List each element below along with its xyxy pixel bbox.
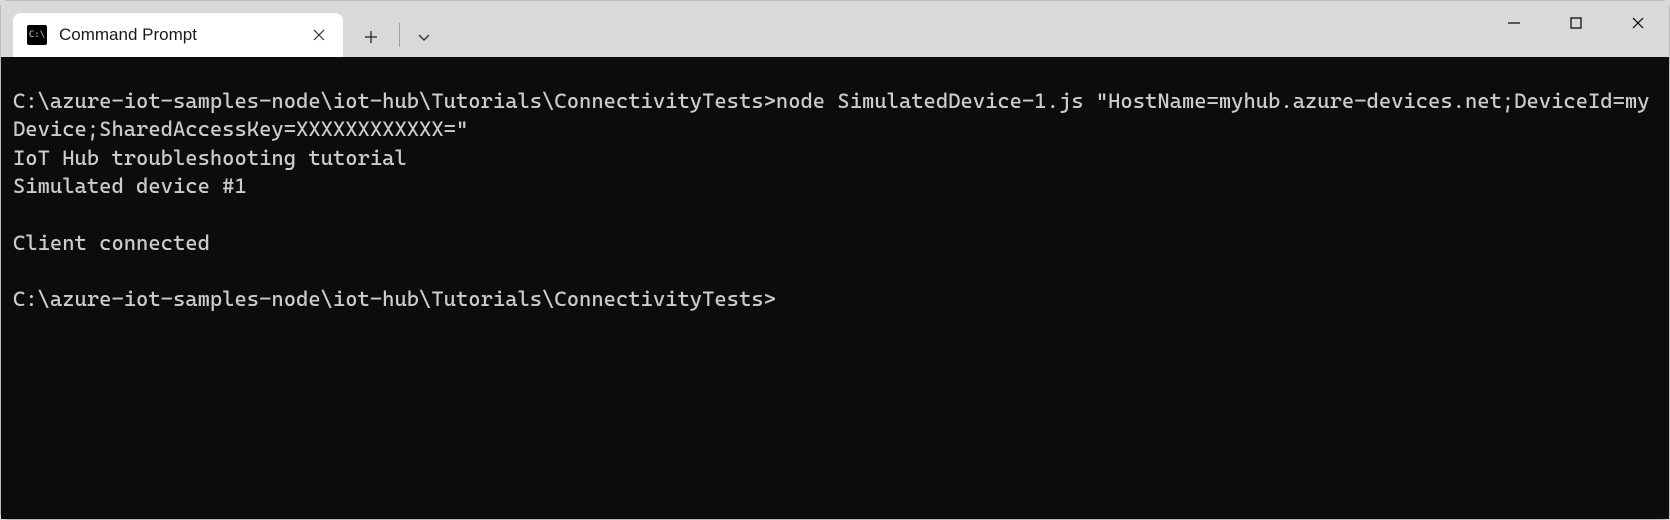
window-controls: [1483, 1, 1669, 57]
close-icon: [1631, 16, 1645, 30]
maximize-icon: [1569, 16, 1583, 30]
close-icon: [313, 29, 325, 41]
window-close-button[interactable]: [1607, 1, 1669, 45]
terminal-content[interactable]: C:\azure-iot-samples-node\iot-hub\Tutori…: [1, 57, 1669, 519]
maximize-button[interactable]: [1545, 1, 1607, 45]
terminal-line: C:\azure-iot-samples-node\iot-hub\Tutori…: [13, 285, 1659, 313]
tab-strip: C:\ Command Prompt: [1, 1, 444, 57]
terminal-line: C:\azure-iot-samples-node\iot-hub\Tutori…: [13, 87, 1659, 144]
tab-command-prompt[interactable]: C:\ Command Prompt: [13, 13, 343, 57]
terminal-line: Simulated device #1: [13, 172, 1659, 200]
minimize-icon: [1507, 16, 1521, 30]
terminal-line: [13, 200, 1659, 228]
divider: [399, 23, 400, 47]
tab-title: Command Prompt: [59, 25, 305, 45]
terminal-line: [13, 257, 1659, 285]
terminal-line: IoT Hub troubleshooting tutorial: [13, 144, 1659, 172]
tab-dropdown-button[interactable]: [404, 17, 444, 57]
minimize-button[interactable]: [1483, 1, 1545, 45]
tab-close-button[interactable]: [305, 21, 333, 49]
chevron-down-icon: [417, 30, 431, 44]
plus-icon: [364, 30, 378, 44]
terminal-line: Client connected: [13, 229, 1659, 257]
cmd-icon: C:\: [27, 25, 47, 45]
new-tab-button[interactable]: [351, 17, 391, 57]
titlebar: C:\ Command Prompt: [1, 1, 1669, 57]
